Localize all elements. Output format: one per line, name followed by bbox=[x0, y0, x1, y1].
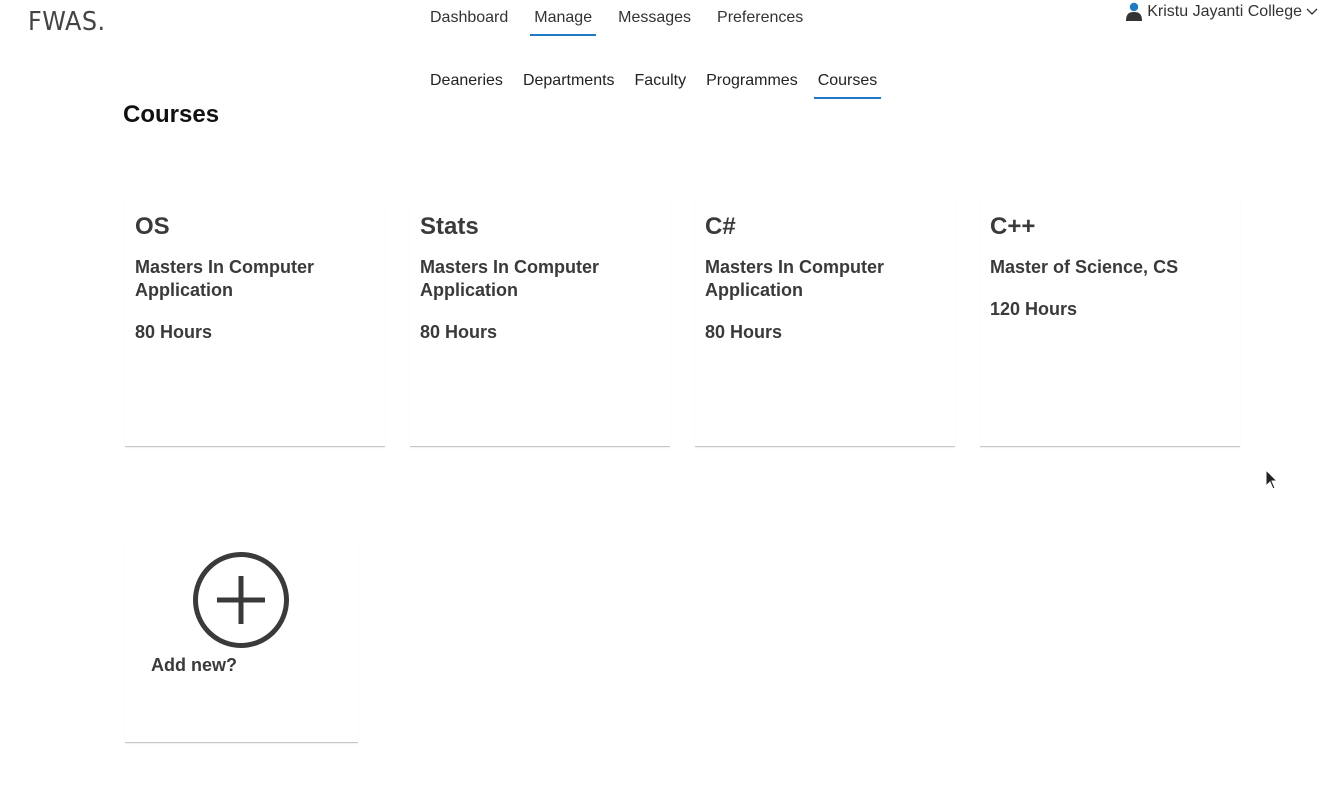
course-name: C# bbox=[705, 213, 736, 240]
nav-dashboard[interactable]: Dashboard bbox=[428, 8, 510, 36]
course-programme: Masters In Computer Application bbox=[705, 257, 885, 300]
plus-circle-icon[interactable] bbox=[192, 551, 290, 654]
course-card[interactable]: C++ Master of Science, CS 120 Hours bbox=[980, 200, 1240, 447]
primary-nav: Dashboard Manage Messages Preferences bbox=[420, 8, 819, 40]
app-logo[interactable]: FWAS. bbox=[28, 7, 106, 37]
nav-preferences[interactable]: Preferences bbox=[715, 8, 805, 36]
add-course-card[interactable]: Add new? bbox=[125, 540, 358, 743]
course-programme: Masters In Computer Application bbox=[420, 257, 600, 300]
course-name: OS bbox=[135, 213, 170, 240]
nav-messages[interactable]: Messages bbox=[616, 8, 693, 36]
course-programme: Master of Science, CS bbox=[990, 257, 1179, 277]
course-hours: 120 Hours bbox=[990, 299, 1078, 319]
user-menu[interactable]: Kristu Jayanti College bbox=[1125, 0, 1318, 24]
nav-manage[interactable]: Manage bbox=[530, 8, 596, 36]
course-card[interactable]: C# Masters In Computer Application 80 Ho… bbox=[695, 200, 955, 447]
subnav-courses[interactable]: Courses bbox=[813, 71, 881, 99]
course-name: C++ bbox=[990, 213, 1036, 240]
subnav-deaneries[interactable]: Deaneries bbox=[428, 71, 505, 99]
mouse-cursor-icon bbox=[1265, 468, 1279, 496]
course-programme: Masters In Computer Application bbox=[135, 257, 315, 300]
page-title: Courses bbox=[123, 101, 220, 128]
subnav-departments[interactable]: Departments bbox=[521, 71, 617, 99]
course-hours: 80 Hours bbox=[420, 322, 498, 342]
user-name: Kristu Jayanti College bbox=[1147, 3, 1302, 20]
course-hours: 80 Hours bbox=[705, 322, 783, 342]
course-card[interactable]: OS Masters In Computer Application 80 Ho… bbox=[125, 200, 385, 447]
secondary-nav: Deaneries Departments Faculty Programmes… bbox=[422, 71, 889, 101]
course-card[interactable]: Stats Masters In Computer Application 80… bbox=[410, 200, 670, 447]
chevron-down-icon bbox=[1306, 7, 1318, 17]
subnav-programmes[interactable]: Programmes bbox=[704, 71, 800, 99]
course-hours: 80 Hours bbox=[135, 322, 213, 342]
user-icon bbox=[1125, 2, 1143, 22]
subnav-faculty[interactable]: Faculty bbox=[633, 71, 689, 99]
course-name: Stats bbox=[420, 213, 479, 240]
add-new-label: Add new? bbox=[151, 655, 237, 675]
